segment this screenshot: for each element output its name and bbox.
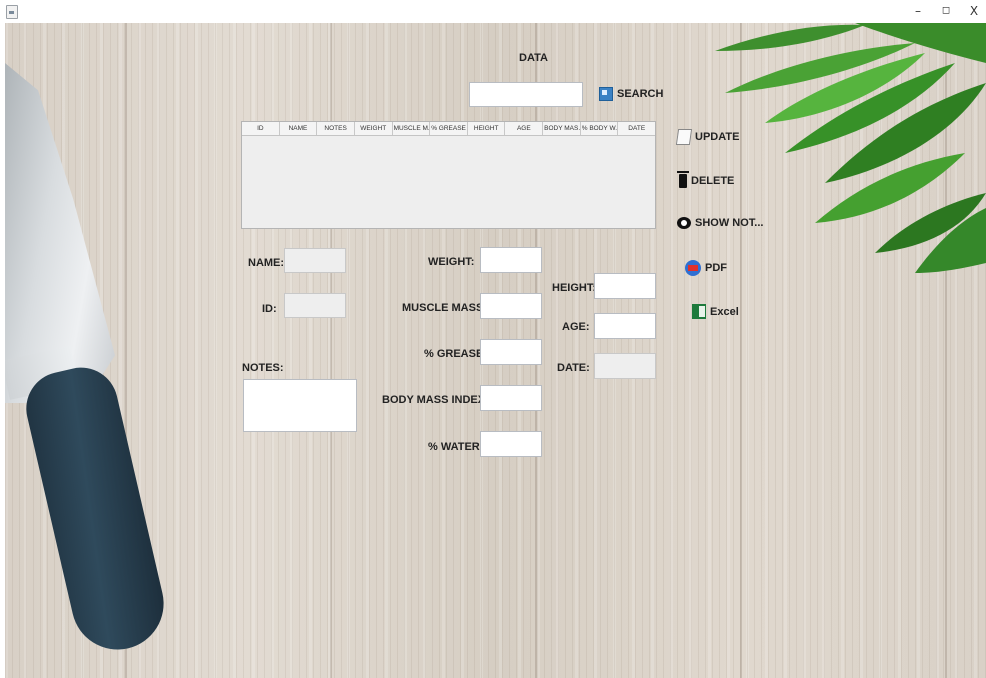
window-title-bar: – ◻ X (0, 0, 986, 22)
column-header-weight[interactable]: WEIGHT (355, 122, 393, 135)
bmi-field[interactable] (480, 385, 542, 411)
delete-button[interactable]: DELETE (677, 171, 735, 188)
notes-field[interactable] (243, 379, 357, 432)
date-label: DATE: (557, 362, 590, 374)
bmi-label: BODY MASS INDEX: (382, 394, 489, 406)
update-label: UPDATE (695, 131, 740, 143)
name-label: NAME: (248, 257, 285, 269)
edit-icon (675, 129, 693, 145)
leaves-image (715, 23, 986, 273)
excel-label: Excel (710, 305, 739, 318)
table-header-row: ID NAME NOTES WEIGHT MUSCLE M... % GREAS… (242, 122, 655, 136)
column-header-notes[interactable]: NOTES (317, 122, 355, 135)
water-label: % WATER: (428, 441, 484, 453)
search-button-label: SEARCH (617, 88, 664, 100)
column-header-body-mass[interactable]: BODY MAS... (543, 122, 581, 135)
water-field[interactable] (480, 431, 542, 457)
height-field[interactable] (594, 273, 656, 299)
id-label: ID: (262, 303, 277, 315)
pdf-label: PDF (705, 262, 727, 274)
page-title: DATA (519, 52, 548, 64)
muscle-mass-label: MUSCLE MASS: (402, 302, 487, 314)
app-icon (6, 5, 18, 19)
delete-label: DELETE (691, 175, 735, 187)
search-input[interactable] (469, 82, 583, 107)
close-button[interactable]: X (962, 3, 986, 19)
grease-label: % GREASE: (424, 348, 487, 360)
column-header-name[interactable]: NAME (280, 122, 318, 135)
knife-handle-image (19, 360, 173, 659)
weight-label: WEIGHT: (428, 256, 475, 268)
grease-field[interactable] (480, 339, 542, 365)
notes-label: NOTES: (242, 362, 284, 374)
age-label: AGE: (562, 321, 590, 333)
pdf-button[interactable]: PDF (685, 260, 727, 276)
update-button[interactable]: UPDATE (675, 129, 740, 145)
height-label: HEIGHT: (552, 282, 596, 294)
date-field[interactable] (594, 353, 656, 379)
data-table[interactable]: ID NAME NOTES WEIGHT MUSCLE M... % GREAS… (241, 121, 656, 229)
search-icon (599, 87, 613, 101)
pdf-icon (685, 260, 701, 276)
muscle-mass-field[interactable] (480, 293, 542, 319)
name-field[interactable] (284, 248, 346, 273)
eye-icon (677, 217, 691, 229)
column-header-muscle-mass[interactable]: MUSCLE M... (393, 122, 431, 135)
column-header-date[interactable]: DATE (618, 122, 655, 135)
trash-icon (677, 171, 689, 188)
age-field[interactable] (594, 313, 656, 339)
column-header-age[interactable]: AGE (505, 122, 544, 135)
show-notes-label: SHOW NOT... (695, 217, 764, 229)
excel-button[interactable]: Excel (692, 304, 739, 319)
weight-field[interactable] (480, 247, 542, 273)
main-panel: DATA SEARCH ID NAME NOTES WEIGHT MUSCLE … (5, 23, 986, 678)
show-notes-button[interactable]: SHOW NOT... (677, 217, 763, 229)
column-header-body-water[interactable]: % BODY W... (581, 122, 619, 135)
maximize-button[interactable]: ◻ (934, 3, 958, 19)
column-header-height[interactable]: HEIGHT (468, 122, 506, 135)
id-field[interactable] (284, 293, 346, 318)
search-button[interactable]: SEARCH (599, 85, 663, 103)
excel-icon (692, 304, 706, 319)
column-header-grease[interactable]: % GREASE (430, 122, 468, 135)
minimize-button[interactable]: – (906, 3, 930, 19)
column-header-id[interactable]: ID (242, 122, 280, 135)
